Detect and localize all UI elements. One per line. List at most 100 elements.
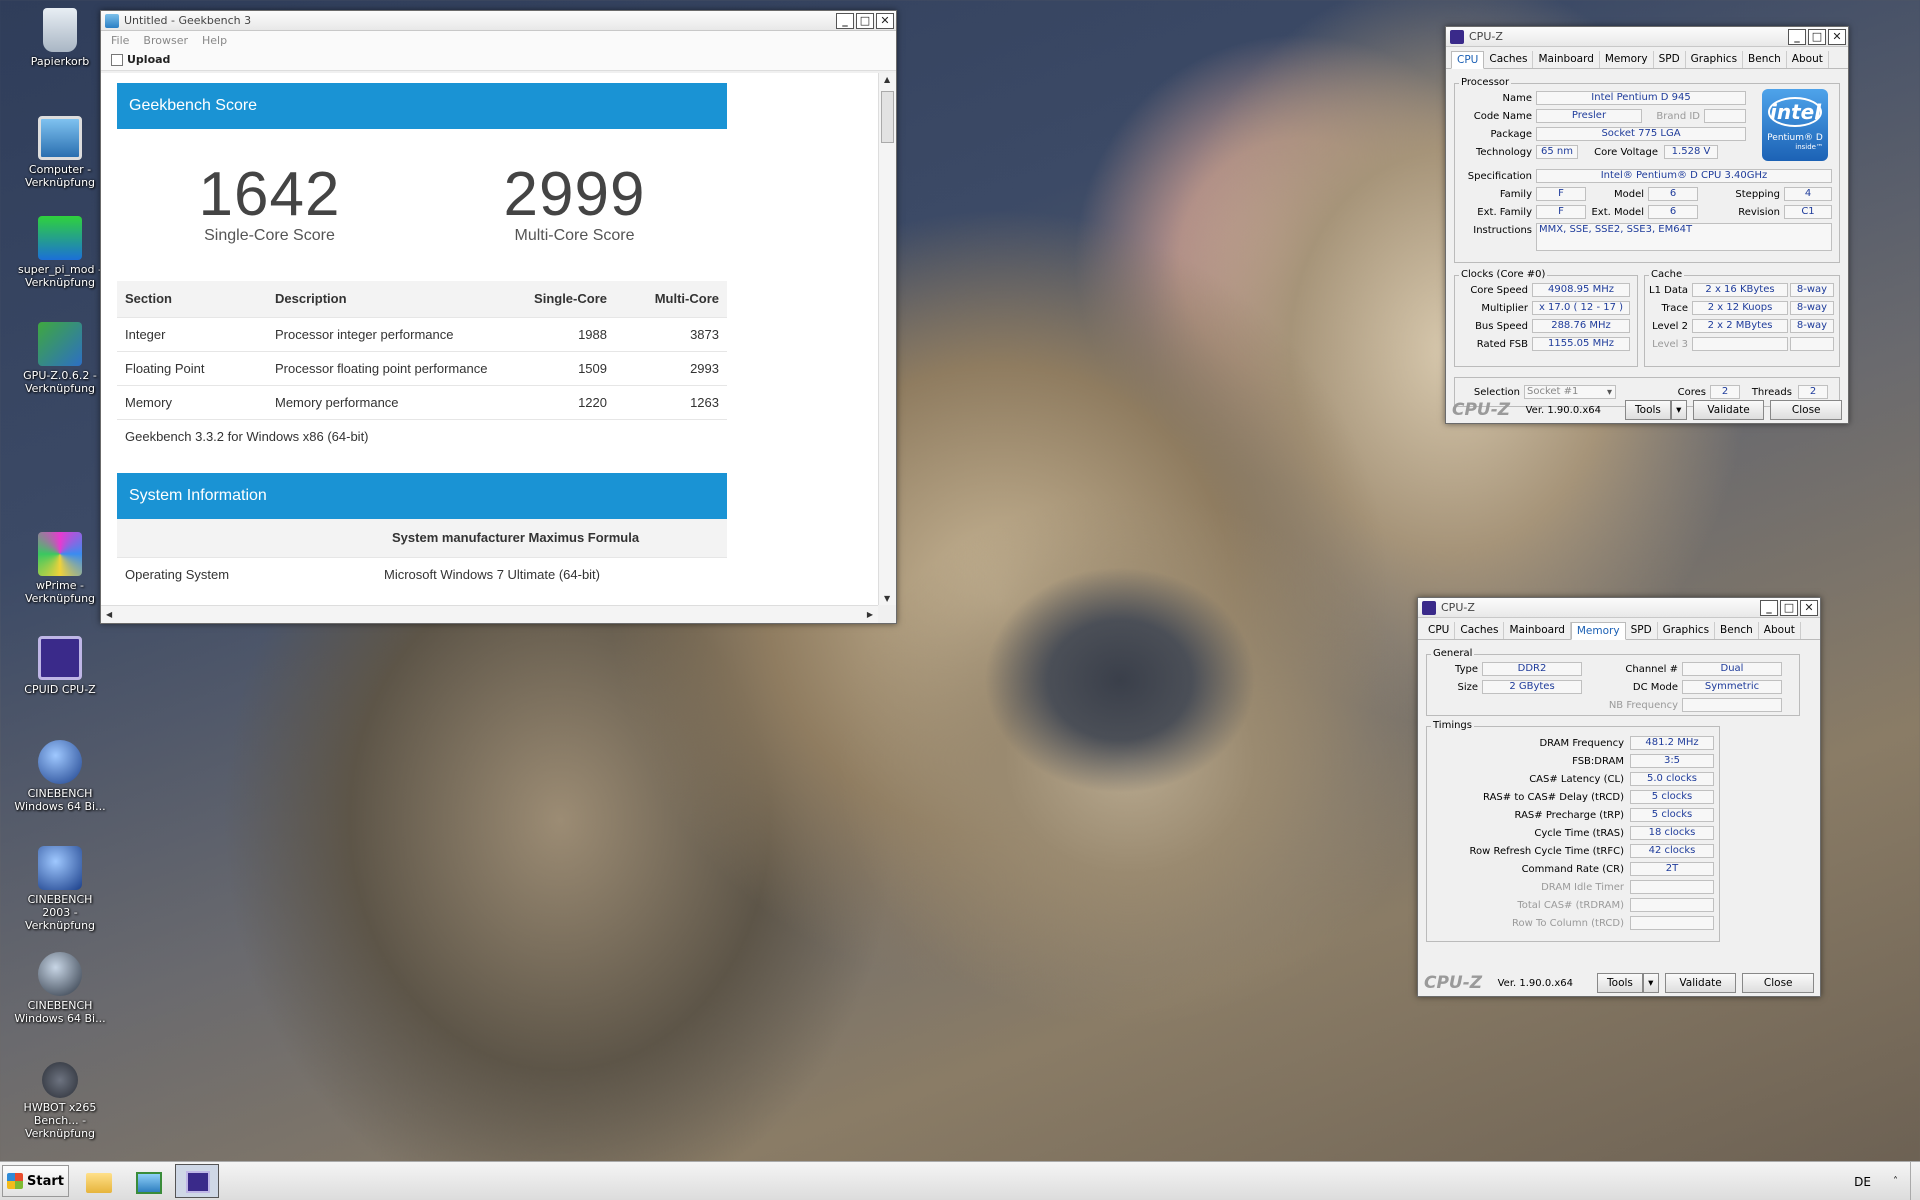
maximize-button[interactable]: □	[856, 12, 874, 29]
desktop-icon-computer[interactable]: Computer - Verknüpfung	[12, 116, 108, 189]
nbfreq-label: NB Frequency	[1608, 700, 1678, 711]
tab-mainboard[interactable]: Mainboard	[1533, 51, 1600, 68]
desktop-icon-wprime[interactable]: wPrime - Verknüpfung	[12, 532, 108, 605]
language-indicator[interactable]: DE	[1854, 1175, 1871, 1189]
timing-label: Cycle Time (tRAS)	[1534, 828, 1624, 839]
taskbar-control-panel[interactable]	[125, 1164, 169, 1198]
geekbench-app-icon	[105, 13, 119, 28]
window-title: CPU-Z	[1469, 30, 1503, 43]
desktop-icon-cinebench-64b[interactable]: CINEBENCH Windows 64 Bi...	[12, 952, 108, 1025]
hwbot-icon	[42, 1062, 78, 1098]
tab-memory[interactable]: Memory	[1600, 51, 1654, 68]
brandid-value	[1704, 109, 1746, 123]
desktop-icon-cpuz[interactable]: CPUID CPU-Z	[12, 636, 108, 696]
version-text: Ver. 1.90.0.x64	[1497, 977, 1574, 989]
tab-spd[interactable]: SPD	[1626, 622, 1658, 639]
desktop-icon-hwbot[interactable]: HWBOT x265 Bench... - Verknüpfung	[4, 1062, 116, 1140]
tab-bench[interactable]: Bench	[1743, 51, 1787, 68]
tab-caches[interactable]: Caches	[1455, 622, 1505, 639]
menu-browser[interactable]: Browser	[143, 34, 188, 47]
multiplier-value: x 17.0 ( 12 - 17 )	[1532, 301, 1630, 315]
system-information-header: System Information	[117, 473, 727, 519]
desktop-icon-label: Papierkorb	[30, 55, 90, 68]
cpuz-app-icon	[1422, 600, 1436, 615]
cpuz-titlebar[interactable]: CPU-Z _ □ ✕	[1418, 598, 1820, 618]
tab-graphics[interactable]: Graphics	[1658, 622, 1716, 639]
maximize-button[interactable]: □	[1808, 28, 1826, 45]
l1-label: L1 Data	[1649, 285, 1688, 296]
row-multi-core: 2993	[615, 350, 727, 385]
maximize-button[interactable]: □	[1780, 599, 1798, 616]
scrollbar-thumb[interactable]	[881, 91, 894, 143]
desktop-icon-cinebench-64[interactable]: CINEBENCH Windows 64 Bi...	[12, 740, 108, 813]
minimize-button[interactable]: _	[1760, 599, 1778, 616]
row-section: Integer	[117, 316, 267, 351]
cinebench-2003-icon	[38, 846, 82, 890]
tools-dropdown-icon[interactable]: ▾	[1670, 400, 1687, 420]
taskbar-cpuz[interactable]	[174, 1164, 219, 1198]
table-row: Memory Memory performance 1220 1263	[117, 384, 727, 419]
scroll-left-icon[interactable]: ◀	[106, 610, 112, 619]
revision-label: Revision	[1738, 207, 1780, 218]
horizontal-scrollbar[interactable]: ◀ ▶	[101, 605, 878, 623]
tab-about[interactable]: About	[1759, 622, 1801, 639]
tools-button[interactable]: Tools	[1597, 973, 1643, 993]
row-single-core: 1220	[505, 384, 615, 419]
close-button[interactable]: ✕	[1800, 599, 1818, 616]
scroll-right-icon[interactable]: ▶	[867, 610, 873, 619]
desktop-icon-superpi[interactable]: super_pi_mod - Verknüpfung	[12, 216, 108, 289]
close-button[interactable]: Close	[1742, 973, 1815, 993]
super-pi-icon	[38, 216, 82, 260]
dcmode-label: DC Mode	[1632, 682, 1678, 693]
desktop-icon-cinebench-2003[interactable]: CINEBENCH 2003 - Verknüpfung	[12, 846, 108, 932]
tab-mainboard[interactable]: Mainboard	[1504, 622, 1571, 639]
tab-graphics[interactable]: Graphics	[1686, 51, 1744, 68]
cache-group-title: Cache	[1649, 269, 1685, 280]
tab-cpu[interactable]: CPU	[1423, 622, 1456, 639]
stepping-value: 4	[1784, 187, 1832, 201]
scores-panel: 1642 Single-Core Score 2999 Multi-Core S…	[117, 129, 727, 281]
timing-value: 42 clocks	[1630, 844, 1714, 858]
upload-button[interactable]: Upload	[127, 53, 170, 66]
desktop-icon-gpuz[interactable]: GPU-Z.0.6.2 - Verknüpfung	[12, 322, 108, 395]
minimize-button[interactable]: _	[836, 12, 854, 29]
close-button[interactable]: ✕	[876, 12, 894, 29]
type-value: DDR2	[1482, 662, 1582, 676]
validate-button[interactable]: Validate	[1692, 400, 1765, 420]
tab-bench[interactable]: Bench	[1715, 622, 1759, 639]
show-desktop-button[interactable]	[1910, 1162, 1920, 1200]
cpuz-footer: CPU-Z Ver. 1.90.0.x64 Tools ▾ Validate C…	[1418, 970, 1820, 996]
cpuz-titlebar[interactable]: CPU-Z _ □ ✕	[1446, 27, 1848, 47]
timing-value	[1630, 880, 1714, 894]
cpuz-tabs: CPU Caches Mainboard Memory SPD Graphics…	[1446, 47, 1848, 69]
scroll-down-icon[interactable]: ▼	[884, 594, 890, 603]
tools-dropdown-icon[interactable]: ▾	[1642, 973, 1659, 993]
geekbench-titlebar[interactable]: Untitled - Geekbench 3 _ □ ✕	[101, 11, 896, 31]
cinebench-icon	[38, 952, 82, 996]
tab-cpu[interactable]: CPU	[1451, 51, 1485, 69]
system-tray: DE ˄	[1854, 1162, 1920, 1200]
scroll-up-icon[interactable]: ▲	[884, 75, 890, 84]
menu-file[interactable]: File	[111, 34, 129, 47]
l1-value: 2 x 16 KBytes	[1692, 283, 1788, 297]
desktop-icon-papierkorb[interactable]: Papierkorb	[12, 8, 108, 68]
row-description: Processor floating point performance	[267, 350, 505, 385]
timing-value	[1630, 898, 1714, 912]
minimize-button[interactable]: _	[1788, 28, 1806, 45]
close-button[interactable]: Close	[1770, 400, 1843, 420]
chevron-up-icon[interactable]: ˄	[1893, 1176, 1898, 1187]
desktop-icon-label: HWBOT x265 Bench... - Verknüpfung	[23, 1101, 97, 1140]
tab-spd[interactable]: SPD	[1654, 51, 1686, 68]
desktop-icon-label: super_pi_mod - Verknüpfung	[18, 263, 102, 289]
tab-caches[interactable]: Caches	[1484, 51, 1534, 68]
tab-about[interactable]: About	[1787, 51, 1829, 68]
vertical-scrollbar[interactable]: ▲ ▼	[878, 73, 896, 605]
start-button[interactable]: Start	[2, 1165, 69, 1197]
taskbar-explorer[interactable]	[75, 1164, 119, 1198]
menu-help[interactable]: Help	[202, 34, 227, 47]
validate-button[interactable]: Validate	[1664, 973, 1737, 993]
tab-memory[interactable]: Memory	[1570, 622, 1626, 640]
close-button[interactable]: ✕	[1828, 28, 1846, 45]
tools-button[interactable]: Tools	[1625, 400, 1671, 420]
extmodel-value: 6	[1648, 205, 1698, 219]
